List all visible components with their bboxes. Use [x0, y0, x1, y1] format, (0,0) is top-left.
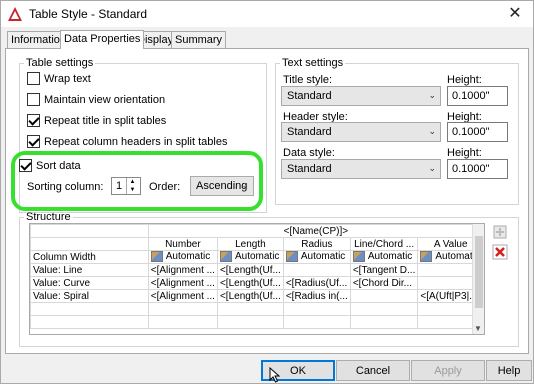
header-height-field[interactable]: 0.1000": [447, 122, 508, 142]
cancel-button[interactable]: Cancel: [336, 360, 410, 381]
title-style-label: Title style:: [283, 74, 333, 86]
row-label: Value: Spiral: [30, 289, 149, 303]
sorting-column-label: Sorting column:: [27, 181, 104, 193]
grid-cell[interactable]: <[Radius in(...: [282, 289, 351, 303]
grid-cell[interactable]: [282, 263, 351, 277]
title-bar: Table Style - Standard ✕: [1, 1, 533, 27]
width-cell[interactable]: Automatic: [282, 250, 351, 264]
grid-cell[interactable]: [349, 289, 419, 303]
table-row: [30, 315, 484, 329]
column-header[interactable]: Number: [147, 237, 218, 251]
wrap-text-label: Wrap text: [44, 72, 91, 85]
grid-cell[interactable]: <[Length(Uf...: [216, 263, 284, 277]
text-settings-legend: Text settings: [282, 57, 344, 69]
chevron-down-icon: ⌄: [428, 163, 436, 173]
repeat-headers-label: Repeat column headers in split tables: [44, 135, 228, 148]
data-style-label: Data style:: [283, 147, 335, 159]
grid-cell[interactable]: <[Alignment ...: [147, 289, 218, 303]
delete-column-icon[interactable]: [491, 243, 509, 261]
chevron-down-icon: ⌄: [428, 90, 436, 100]
column-header[interactable]: Line/Chord ...: [349, 237, 419, 251]
table-row: Value: Curve <[Alignment ... <[Length(Uf…: [30, 276, 484, 290]
title-style-value: Standard: [287, 90, 332, 102]
structure-legend: Structure: [26, 211, 71, 223]
sort-data-label: Sort data: [36, 159, 81, 172]
close-icon[interactable]: ✕: [501, 2, 529, 24]
sort-data-option[interactable]: Sort data: [19, 159, 81, 172]
column-width-icon: [285, 251, 298, 263]
title-height-field[interactable]: 0.1000": [447, 86, 508, 106]
help-button[interactable]: Help: [486, 360, 532, 381]
table-row: Value: Spiral <[Alignment ... <[Length(U…: [30, 289, 484, 303]
scroll-down-icon[interactable]: ▼: [474, 324, 482, 333]
table-row: [30, 302, 484, 316]
grid-cell[interactable]: <[Length(Uf...: [216, 289, 284, 303]
chevron-down-icon: ⌄: [241, 180, 249, 190]
order-label: Order:: [149, 181, 181, 193]
data-style-dropdown[interactable]: Standard ⌄: [281, 159, 441, 179]
grid-corner-cell: [30, 224, 149, 238]
window-title: Table Style - Standard: [29, 7, 148, 21]
grid-header-spacer: [30, 237, 149, 251]
title-style-dropdown[interactable]: Standard ⌄: [281, 86, 441, 106]
title-height-label: Height:: [447, 74, 482, 86]
data-style-value: Standard: [287, 163, 332, 175]
repeat-headers-option[interactable]: Repeat column headers in split tables: [27, 135, 227, 148]
maintain-view-checkbox[interactable]: [27, 93, 40, 106]
column-width-icon: [420, 251, 433, 263]
header-style-dropdown[interactable]: Standard ⌄: [281, 122, 441, 142]
autocad-app-icon: [8, 7, 22, 21]
grid-cell[interactable]: <[Tangent D...: [349, 263, 419, 277]
wrap-text-option[interactable]: Wrap text: [27, 72, 91, 85]
row-label: Value: Curve: [30, 276, 149, 290]
column-header[interactable]: Radius: [282, 237, 351, 251]
scrollbar-thumb[interactable]: [475, 236, 483, 308]
tab-data-properties[interactable]: Data Properties: [60, 30, 145, 49]
grid-cell[interactable]: <[Chord Dir...: [349, 276, 419, 290]
table-style-dialog: Table Style - Standard ✕ Information Dat…: [0, 0, 534, 384]
data-height-field[interactable]: 0.1000": [447, 159, 508, 179]
width-cell[interactable]: Automatic: [147, 250, 218, 264]
grid-cell[interactable]: <[Length(Uf...: [216, 276, 284, 290]
apply-button[interactable]: Apply: [411, 360, 485, 381]
column-width-icon: [352, 251, 365, 263]
repeat-title-option[interactable]: Repeat title in split tables: [27, 114, 166, 127]
table-settings-legend: Table settings: [26, 57, 94, 69]
structure-grid[interactable]: <[Name(CP)]> Number Length Radius Line/C…: [29, 223, 485, 335]
chevron-down-icon: ⌄: [428, 126, 436, 136]
column-width-icon: [219, 251, 232, 263]
width-cell[interactable]: Automatic: [349, 250, 419, 264]
table-title-cell[interactable]: <[Name(CP)]>: [147, 224, 484, 238]
repeat-title-label: Repeat title in split tables: [44, 114, 167, 127]
maintain-view-label: Maintain view orientation: [44, 93, 166, 106]
stepper-arrows-icon[interactable]: ▲ ▼: [126, 178, 138, 194]
order-value: Ascending: [196, 180, 248, 192]
maintain-view-option[interactable]: Maintain view orientation: [27, 93, 165, 106]
repeat-headers-checkbox[interactable]: [27, 135, 40, 148]
mouse-cursor-icon: [269, 367, 281, 383]
repeat-title-checkbox[interactable]: [27, 114, 40, 127]
data-height-label: Height:: [447, 147, 482, 159]
table-row: Value: Line <[Alignment ... <[Length(Uf.…: [30, 263, 484, 277]
order-dropdown[interactable]: Ascending ⌄: [190, 176, 254, 196]
grid-cell[interactable]: <[Radius(Uf...: [282, 276, 351, 290]
sorting-column-value: 1: [116, 180, 123, 192]
column-width-icon: [150, 251, 163, 263]
add-column-icon[interactable]: [491, 223, 509, 241]
wrap-text-checkbox[interactable]: [27, 72, 40, 85]
grid-cell[interactable]: <[Alignment ...: [147, 263, 218, 277]
row-label: Value: Line: [30, 263, 149, 277]
width-cell[interactable]: Automatic: [216, 250, 284, 264]
header-style-value: Standard: [287, 126, 332, 138]
tab-summary[interactable]: Summary: [171, 31, 227, 48]
sorting-column-stepper[interactable]: 1 ▲ ▼: [111, 177, 141, 195]
column-header[interactable]: Length: [216, 237, 284, 251]
grid-cell[interactable]: <[Alignment ...: [147, 276, 218, 290]
grid-scrollbar[interactable]: ▼: [472, 224, 484, 334]
column-width-label: Column Width: [30, 250, 149, 264]
sort-data-checkbox[interactable]: [19, 159, 32, 172]
